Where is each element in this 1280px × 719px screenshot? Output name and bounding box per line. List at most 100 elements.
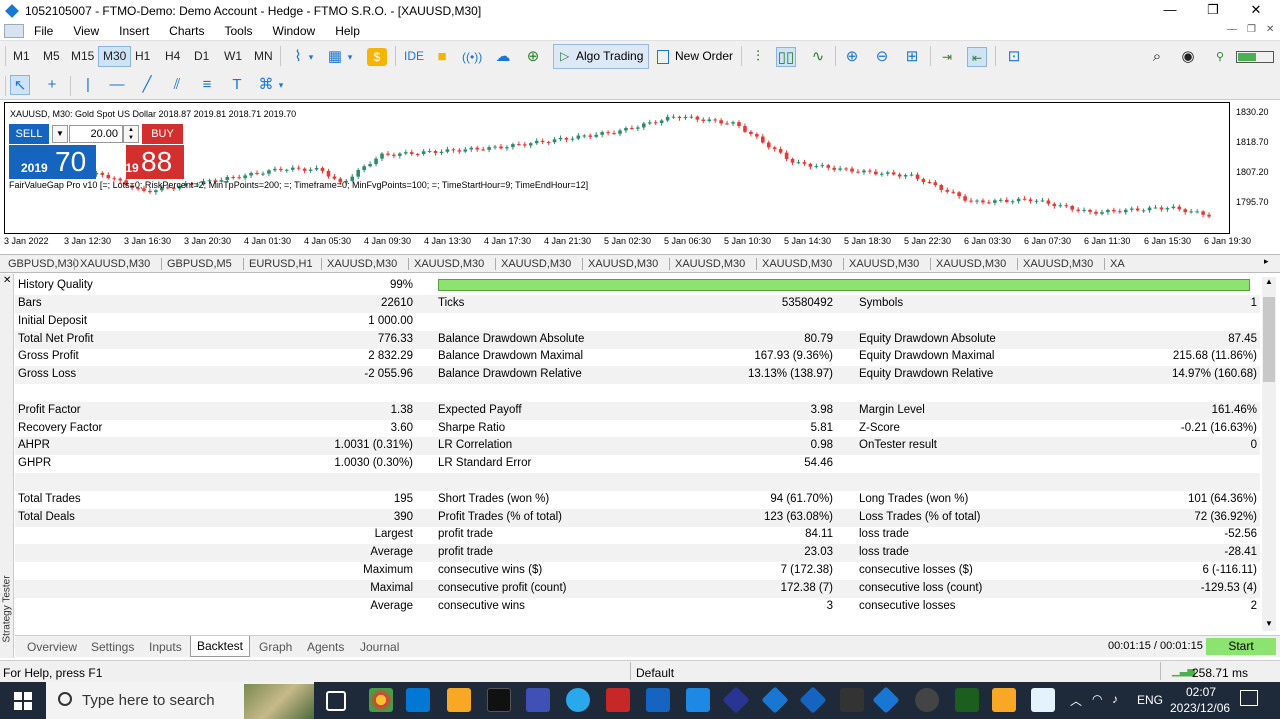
auto-scroll-icon[interactable]: ⇥ (937, 47, 957, 67)
chart-tab[interactable]: XAUUSD,M30 (414, 257, 484, 271)
algo-trading-button[interactable]: ▷ Algo Trading (553, 44, 649, 69)
maximize-button[interactable]: ❐ (1193, 0, 1233, 21)
ide-button[interactable]: IDE (400, 46, 428, 67)
tab-inputs[interactable]: Inputs (149, 639, 182, 655)
app-icon[interactable] (992, 688, 1016, 712)
metatrader-icon[interactable] (799, 686, 827, 714)
chart-tab[interactable]: XAUUSD,M30 (327, 257, 397, 271)
ask-price-button[interactable]: 2019 88 (112, 145, 184, 179)
app-icon[interactable] (526, 688, 550, 712)
timeframe-m15[interactable]: M15 (67, 46, 98, 67)
chart-tab[interactable]: XAUUSD,M30 (762, 257, 832, 271)
close-button[interactable]: ✕ (1236, 0, 1276, 21)
task-view-icon[interactable] (326, 691, 346, 711)
tab-journal[interactable]: Journal (360, 639, 399, 655)
clock-date[interactable]: 2023/12/06 (1170, 701, 1230, 715)
signals-icon[interactable]: ((•)) (462, 47, 482, 67)
crosshair-icon[interactable]: + (42, 75, 62, 95)
buy-button[interactable]: BUY (142, 124, 183, 144)
indicators-icon[interactable]: ▦ (325, 47, 345, 67)
chart-type-dropdown-icon[interactable]: ▾ (306, 47, 316, 67)
tab-overview[interactable]: Overview (27, 639, 77, 655)
menu-tools[interactable]: Tools (215, 24, 263, 38)
metatrader-icon[interactable] (872, 686, 900, 714)
screenshot-icon[interactable]: ⊡ (1004, 47, 1024, 67)
line-chart-icon[interactable]: ∿ (808, 47, 828, 67)
chart-tab[interactable]: XAUUSD,M30 (675, 257, 745, 271)
chart-tab[interactable]: XAUUSD,M30 (936, 257, 1006, 271)
vps-icon[interactable]: ☁ (493, 47, 513, 67)
zoom-in-icon[interactable]: ⊕ (842, 47, 862, 67)
volume-icon[interactable]: ♪ (1112, 692, 1118, 706)
app-icon[interactable] (955, 688, 979, 712)
language-indicator[interactable]: ENG (1137, 693, 1163, 707)
mdi-restore-button[interactable]: ❐ (1247, 24, 1256, 35)
notification-icon[interactable] (1240, 690, 1258, 706)
chart-tab[interactable]: GBPUSD,M5 (167, 257, 232, 271)
timeframe-m30[interactable]: M30 (98, 46, 132, 67)
scroll-up-icon[interactable]: ▲ (1265, 277, 1273, 286)
wifi-icon[interactable]: ◠ (1092, 692, 1102, 706)
timeframe-h4[interactable]: H4 (161, 46, 184, 67)
scroll-down-icon[interactable]: ▼ (1265, 619, 1273, 628)
timeframe-mn[interactable]: MN (250, 46, 277, 67)
timeframe-m1[interactable]: M1 (9, 46, 34, 67)
report-scrollbar[interactable]: ▲ ▼ (1262, 277, 1276, 631)
lock-icon[interactable]: ■ (432, 47, 452, 67)
tab-agents[interactable]: Agents (307, 639, 344, 655)
zoom-out-icon[interactable]: ⊖ (872, 47, 892, 67)
app-icon[interactable] (915, 688, 939, 712)
tab-settings[interactable]: Settings (91, 639, 134, 655)
account-icon[interactable]: ◉ (1178, 47, 1198, 67)
channel-icon[interactable]: ⫽ (167, 75, 187, 95)
tab-graph[interactable]: Graph (259, 639, 292, 655)
metatrader-icon[interactable] (722, 686, 750, 714)
search-icon[interactable]: ⌕ (1147, 47, 1167, 67)
app-icon[interactable] (606, 688, 630, 712)
app-icon[interactable] (1031, 688, 1055, 712)
shapes-dropdown-icon[interactable]: ▾ (276, 75, 286, 95)
chart-type-icon[interactable]: ⌇ (288, 47, 308, 67)
chart-tab[interactable]: EURUSD,H1 (249, 257, 313, 271)
scroll-thumb[interactable] (1263, 297, 1275, 382)
menu-charts[interactable]: Charts (159, 24, 214, 38)
price-chart[interactable]: XAUUSD, M30: Gold Spot US Dollar 2018.87… (4, 101, 1278, 252)
cursor-icon[interactable]: ↖ (10, 75, 30, 95)
sell-button[interactable]: SELL (9, 124, 49, 144)
tray-expand-icon[interactable]: ︿ (1070, 692, 1082, 709)
app-icon[interactable] (646, 688, 670, 712)
timeframe-d1[interactable]: D1 (190, 46, 213, 67)
vertical-line-icon[interactable]: | (78, 75, 98, 95)
timeframe-h1[interactable]: H1 (131, 46, 154, 67)
indicators-dropdown-icon[interactable]: ▾ (345, 47, 355, 67)
clock-time[interactable]: 02:07 (1186, 685, 1216, 699)
candlestick-chart-icon[interactable]: ▯▯ (776, 47, 796, 67)
chart-tab[interactable]: GBPUSD,M30 (8, 257, 79, 271)
menu-window[interactable]: Window (263, 24, 326, 38)
lot-dropdown-icon[interactable]: ▼ (52, 125, 68, 143)
chart-tab[interactable]: XAUUSD,M30 (588, 257, 658, 271)
tab-backtest[interactable]: Backtest (190, 636, 251, 657)
horizontal-line-icon[interactable]: — (107, 75, 127, 95)
close-icon[interactable]: ✕ (3, 275, 11, 286)
fibonacci-icon[interactable]: ≡ (197, 75, 217, 95)
tradingview-icon[interactable] (487, 688, 511, 712)
bar-chart-icon[interactable]: ⫶ (748, 47, 768, 67)
timeframe-m5[interactable]: M5 (39, 46, 64, 67)
lot-spinner-icon[interactable]: ▲ ▼ (123, 125, 139, 143)
web-icon[interactable]: ⊕ (523, 47, 543, 67)
chart-tab[interactable]: XA (1110, 257, 1125, 271)
bid-price-button[interactable]: 2019 70 (9, 145, 96, 179)
chart-tab[interactable]: XAUUSD,M30 (849, 257, 919, 271)
chrome-icon[interactable] (369, 688, 393, 712)
new-order-button[interactable]: New Order (655, 44, 733, 69)
market-icon[interactable]: $ (367, 48, 387, 66)
trendline-icon[interactable]: ╱ (137, 75, 157, 95)
shapes-icon[interactable]: ⌘ (256, 75, 276, 95)
metatrader-icon[interactable] (761, 686, 789, 714)
windows-start-button[interactable] (0, 682, 46, 719)
telegram-icon[interactable] (566, 688, 590, 712)
menu-view[interactable]: View (63, 24, 109, 38)
app-icon[interactable] (840, 688, 864, 712)
tile-windows-icon[interactable]: ⊞ (902, 47, 922, 67)
